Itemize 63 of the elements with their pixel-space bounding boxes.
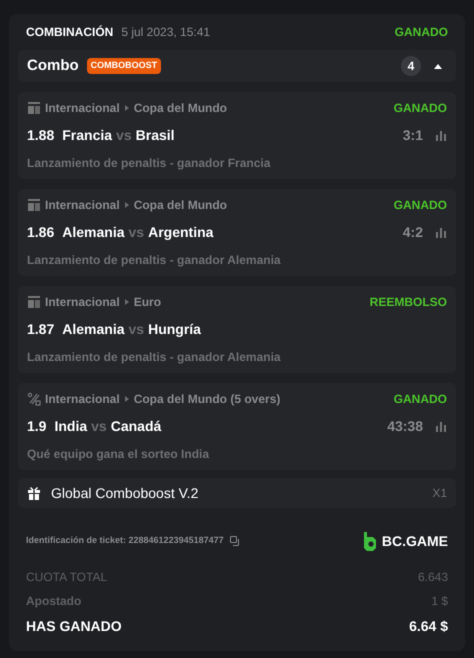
market-text: Lanzamiento de penaltis - ganador Alemania <box>27 349 282 366</box>
leg-odds: 1.87 <box>27 320 54 339</box>
leg-status: GANADO <box>394 391 447 408</box>
home-team: Francia <box>62 126 112 145</box>
away-team: Brasil <box>136 126 175 145</box>
league-name: Internacional <box>45 294 120 311</box>
total-label: CUOTA TOTAL <box>26 569 108 586</box>
leg-odds: 1.9 <box>27 417 46 436</box>
combo-header[interactable]: Combo COMBOBOOST 4 <box>18 50 456 82</box>
market-text: Lanzamiento de penaltis - ganador Alemania <box>27 252 282 269</box>
away-team: Argentina <box>148 223 214 242</box>
total-value: 6.643 <box>418 569 448 586</box>
market-text: Lanzamiento de penaltis - ganador Francia <box>27 155 272 172</box>
gift-icon <box>27 486 41 500</box>
tournament-name: Copa del Mundo (5 overs) <box>134 391 280 408</box>
versus-text: vs <box>91 417 107 436</box>
match-score: 4:2 <box>402 223 423 242</box>
total-value: 1 $ <box>431 593 448 610</box>
home-team: Alemania <box>62 320 124 339</box>
match-score: 3:1 <box>402 126 423 145</box>
league-name: Internacional <box>45 100 120 117</box>
bet-status: GANADO <box>394 24 448 41</box>
home-team: Alemania <box>62 223 124 242</box>
tournament-name: Euro <box>134 294 162 311</box>
bet-date: 5 jul 2023, 15:41 <box>121 24 210 41</box>
leg-status: GANADO <box>394 197 447 214</box>
stats-icon[interactable] <box>435 227 447 238</box>
chevron-icon <box>124 396 129 402</box>
tournament-name: Copa del Mundo <box>134 197 228 214</box>
versus-text: vs <box>116 126 132 145</box>
chevron-icon <box>124 105 129 111</box>
versus-text: vs <box>128 320 144 339</box>
away-team: Hungría <box>148 320 201 339</box>
leg-status: REEMBOLSO <box>370 294 447 311</box>
tournament-name: Copa del Mundo <box>134 100 228 117</box>
ticket-id: Identificación de ticket: 2288461223945187477 <box>26 534 224 548</box>
match-score: 43:38 <box>387 417 423 436</box>
away-team: Canadá <box>110 417 162 436</box>
home-team: India <box>54 417 88 436</box>
collapse-caret-icon[interactable] <box>433 63 443 69</box>
stats-icon[interactable] <box>435 421 447 432</box>
league-name: Internacional <box>45 391 120 408</box>
copy-icon[interactable] <box>230 536 241 546</box>
comboboost-badge: COMBOBOOST <box>86 58 162 74</box>
chevron-icon <box>124 299 129 305</box>
leg-count: 4 <box>401 56 421 76</box>
market-text: Qué equipo gana el sorteo India <box>27 446 210 463</box>
leg-odds: 1.88 <box>27 126 54 145</box>
brand-name: BC.GAME <box>382 532 448 550</box>
boost-label: Global Comboboost V.2 <box>51 484 198 502</box>
leg-odds: 1.86 <box>27 223 54 242</box>
chevron-icon <box>124 202 129 208</box>
leg-status: GANADO <box>394 100 447 117</box>
stats-icon[interactable] <box>435 130 447 141</box>
brand-logo-icon <box>362 532 377 550</box>
total-label: HAS GANADO <box>26 617 122 636</box>
total-label: Apostado <box>26 593 82 610</box>
total-value: 6.64 $ <box>409 617 448 636</box>
versus-text: vs <box>128 223 144 242</box>
combo-title: Combo <box>27 56 79 76</box>
boost-multiplier: X1 <box>432 485 447 502</box>
bet-type: COMBINACIÓN <box>26 24 114 41</box>
league-name: Internacional <box>45 197 120 214</box>
